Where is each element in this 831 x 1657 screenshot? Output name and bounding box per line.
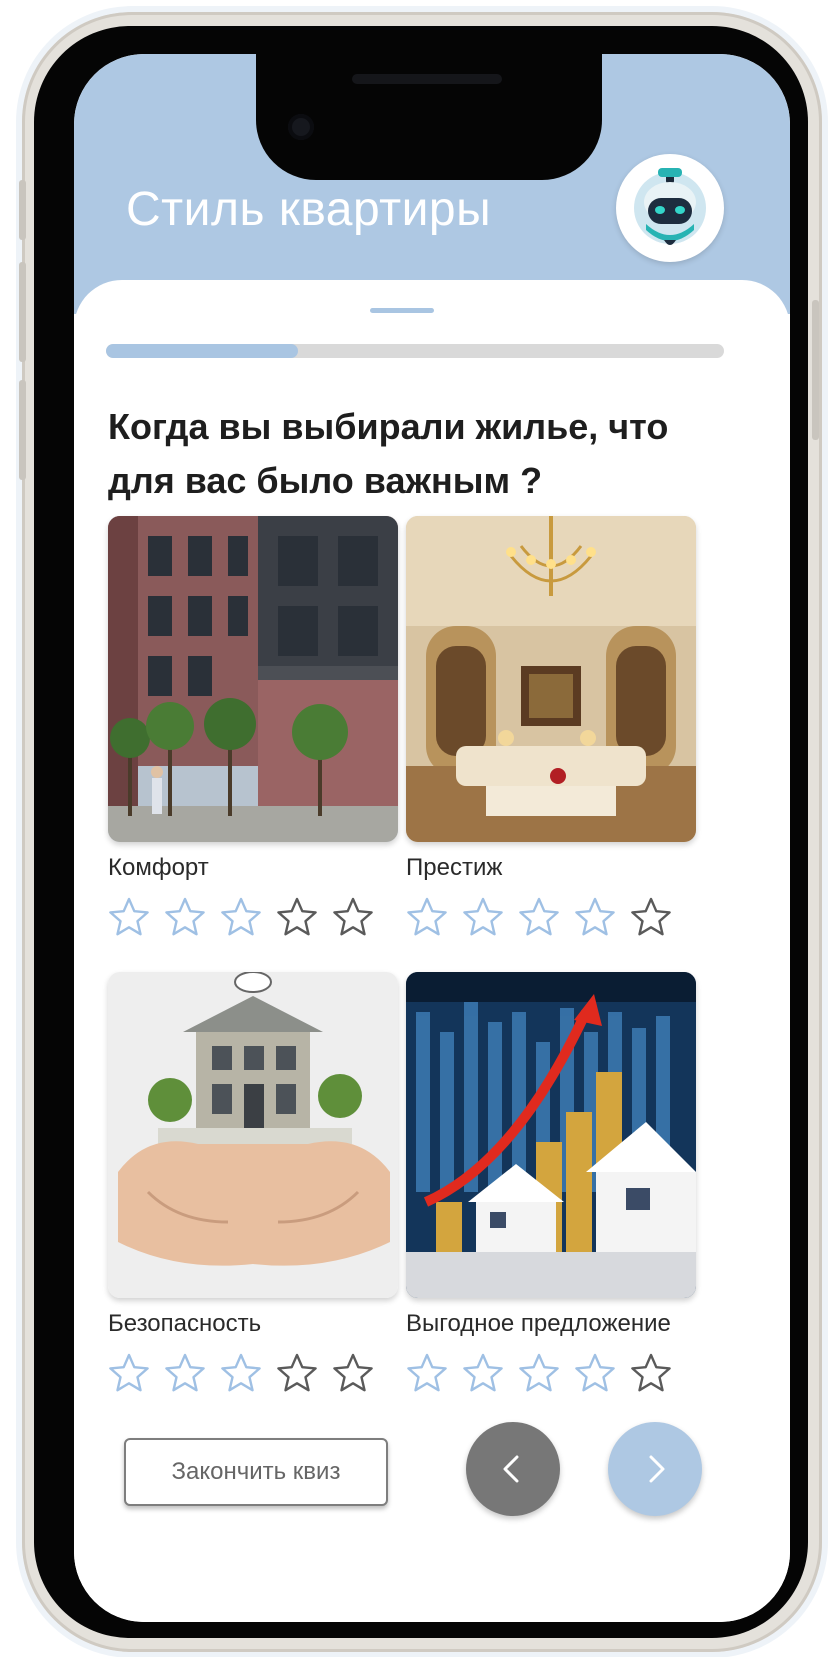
star-empty-icon[interactable]	[276, 896, 318, 938]
star-filled-icon[interactable]	[164, 896, 206, 938]
phone-side-button	[19, 180, 26, 240]
star-filled-icon[interactable]	[518, 1352, 560, 1394]
earpiece-speaker	[352, 74, 502, 84]
robot-assistant-icon	[634, 168, 706, 245]
star-empty-icon[interactable]	[332, 1352, 374, 1394]
star-rating	[406, 1352, 696, 1394]
star-filled-icon[interactable]	[462, 896, 504, 938]
chevron-left-icon	[503, 1455, 519, 1483]
star-filled-icon[interactable]	[406, 1352, 448, 1394]
front-camera	[288, 114, 314, 140]
star-empty-icon[interactable]	[630, 1352, 672, 1394]
star-rating	[406, 896, 696, 938]
option-card-good-deal: Выгодное предложение	[406, 972, 696, 1394]
phone-side-button	[812, 300, 819, 440]
option-card-prestige: Престиж	[406, 516, 696, 938]
star-filled-icon[interactable]	[220, 896, 262, 938]
star-filled-icon[interactable]	[108, 896, 150, 938]
investment-growth-photo[interactable]	[406, 972, 696, 1298]
option-label: Престиж	[406, 854, 503, 881]
option-label: Безопасность	[108, 1310, 262, 1337]
chevron-right-icon	[649, 1455, 665, 1483]
quiz-progress-fill	[106, 344, 298, 358]
star-filled-icon[interactable]	[108, 1352, 150, 1394]
phone-screen: Стиль квартиры Когда вы выбирали жилье, …	[74, 54, 790, 1622]
quiz-question: Когда вы выбирали жилье, что для вас был…	[108, 406, 669, 501]
phone-side-button	[19, 380, 26, 480]
sheet-drag-handle[interactable]	[370, 308, 434, 313]
previous-button[interactable]	[466, 1422, 560, 1516]
app-header: Стиль квартиры	[74, 54, 790, 314]
quiz-sheet: Когда вы выбирали жилье, что для вас был…	[74, 280, 790, 1622]
star-filled-icon[interactable]	[406, 896, 448, 938]
star-filled-icon[interactable]	[518, 896, 560, 938]
star-filled-icon[interactable]	[220, 1352, 262, 1394]
star-empty-icon[interactable]	[332, 896, 374, 938]
page-title: Стиль квартиры	[126, 183, 492, 236]
option-card-safety: Безопасность	[108, 972, 398, 1394]
star-filled-icon[interactable]	[164, 1352, 206, 1394]
option-label: Комфорт	[108, 854, 209, 881]
star-empty-icon[interactable]	[630, 896, 672, 938]
house-in-hands-photo[interactable]	[108, 972, 398, 1298]
star-filled-icon[interactable]	[574, 896, 616, 938]
option-card-comfort: Комфорт	[108, 516, 398, 938]
star-filled-icon[interactable]	[462, 1352, 504, 1394]
assistant-avatar-button[interactable]	[616, 154, 724, 262]
finish-quiz-button[interactable]: Закончить квиз	[124, 1438, 388, 1506]
quiz-progress-bar	[106, 344, 724, 358]
apartment-building-photo[interactable]	[108, 516, 398, 842]
option-label: Выгодное предложение	[406, 1310, 671, 1337]
star-filled-icon[interactable]	[574, 1352, 616, 1394]
next-button[interactable]	[608, 1422, 702, 1516]
star-empty-icon[interactable]	[276, 1352, 318, 1394]
phone-side-button	[19, 262, 26, 362]
luxury-interior-photo[interactable]	[406, 516, 696, 842]
star-rating	[108, 896, 398, 938]
phone-notch	[256, 54, 602, 180]
star-rating	[108, 1352, 398, 1394]
